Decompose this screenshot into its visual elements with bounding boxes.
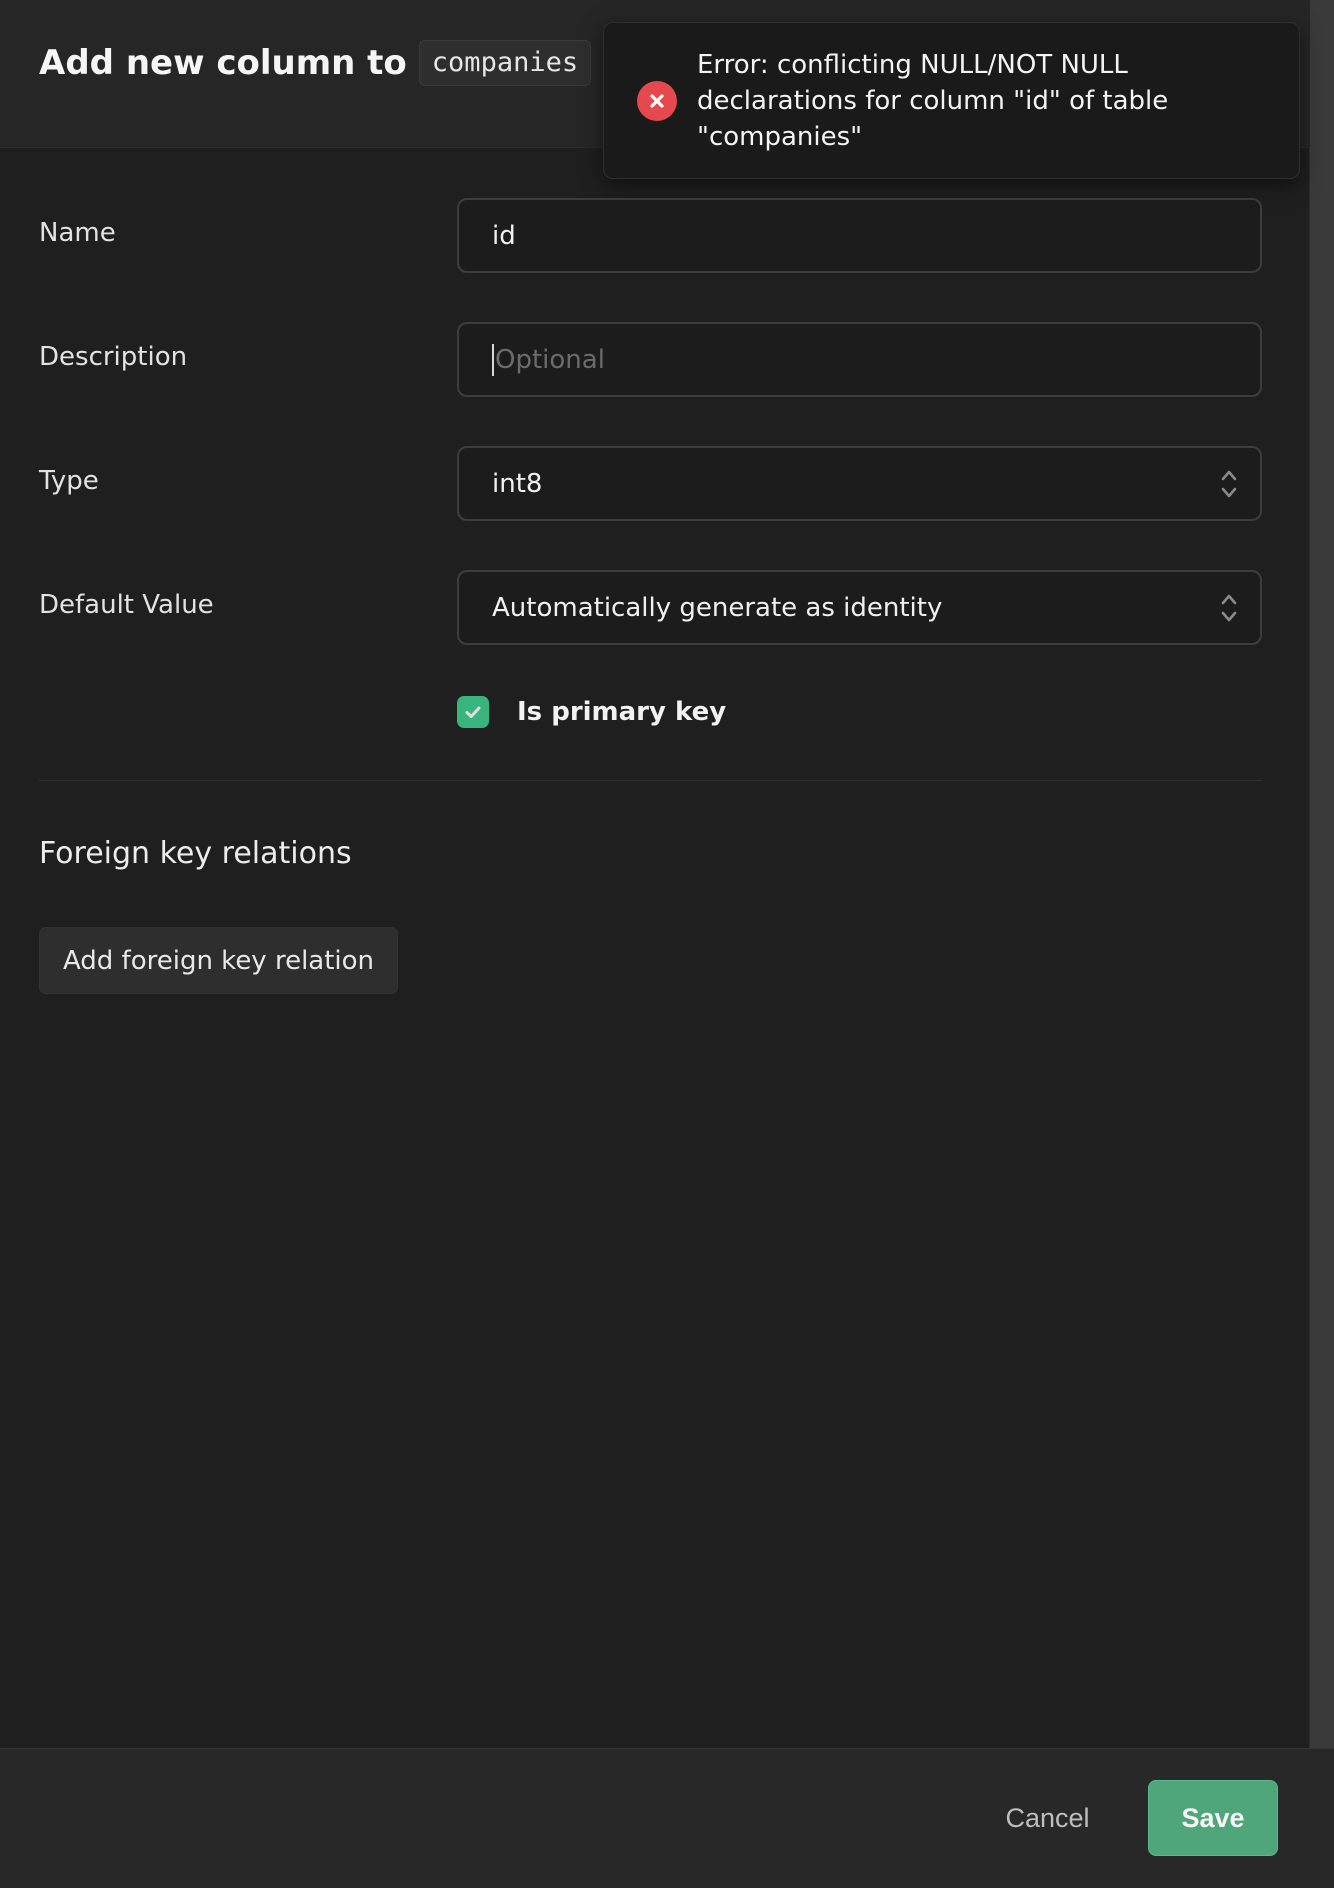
primary-key-label: Is primary key <box>517 697 727 727</box>
name-input[interactable]: id <box>457 198 1262 273</box>
close-icon <box>650 94 664 108</box>
title-text: Add new column to <box>39 43 407 83</box>
text-caret <box>492 343 494 376</box>
section-divider <box>39 780 1262 781</box>
side-panel: Add new column to companies Name id Desc… <box>0 0 1310 1888</box>
type-value: int8 <box>492 468 543 499</box>
check-icon <box>465 706 481 718</box>
save-button[interactable]: Save <box>1148 1780 1278 1856</box>
chevrons-up-down-icon <box>1221 594 1237 621</box>
cancel-button[interactable]: Cancel <box>990 1790 1105 1846</box>
primary-key-option: Is primary key <box>457 696 726 728</box>
scrollbar-track[interactable] <box>1310 0 1334 1888</box>
description-input[interactable]: Optional <box>457 322 1262 397</box>
default-value-value: Automatically generate as identity <box>492 592 943 623</box>
primary-key-checkbox[interactable] <box>457 696 489 728</box>
error-message: Error: conflicting NULL/NOT NULL declara… <box>697 50 1169 152</box>
description-label: Description <box>39 342 188 372</box>
error-toast: Error: conflicting NULL/NOT NULL declara… <box>603 22 1300 179</box>
foreign-keys-heading: Foreign key relations <box>39 836 352 871</box>
default-value-label: Default Value <box>39 590 214 620</box>
default-value-select[interactable]: Automatically generate as identity <box>457 570 1262 645</box>
panel-footer <box>0 1748 1334 1888</box>
x-circle-icon <box>637 81 677 121</box>
add-foreign-key-button[interactable]: Add foreign key relation <box>39 927 398 994</box>
chevrons-up-down-icon <box>1221 470 1237 497</box>
name-label: Name <box>39 218 116 248</box>
type-select[interactable]: int8 <box>457 446 1262 521</box>
type-label: Type <box>39 466 99 496</box>
table-name-badge: companies <box>418 40 592 86</box>
page-title: Add new column to companies <box>39 40 592 86</box>
description-placeholder: Optional <box>495 344 605 375</box>
name-value: id <box>492 220 516 251</box>
